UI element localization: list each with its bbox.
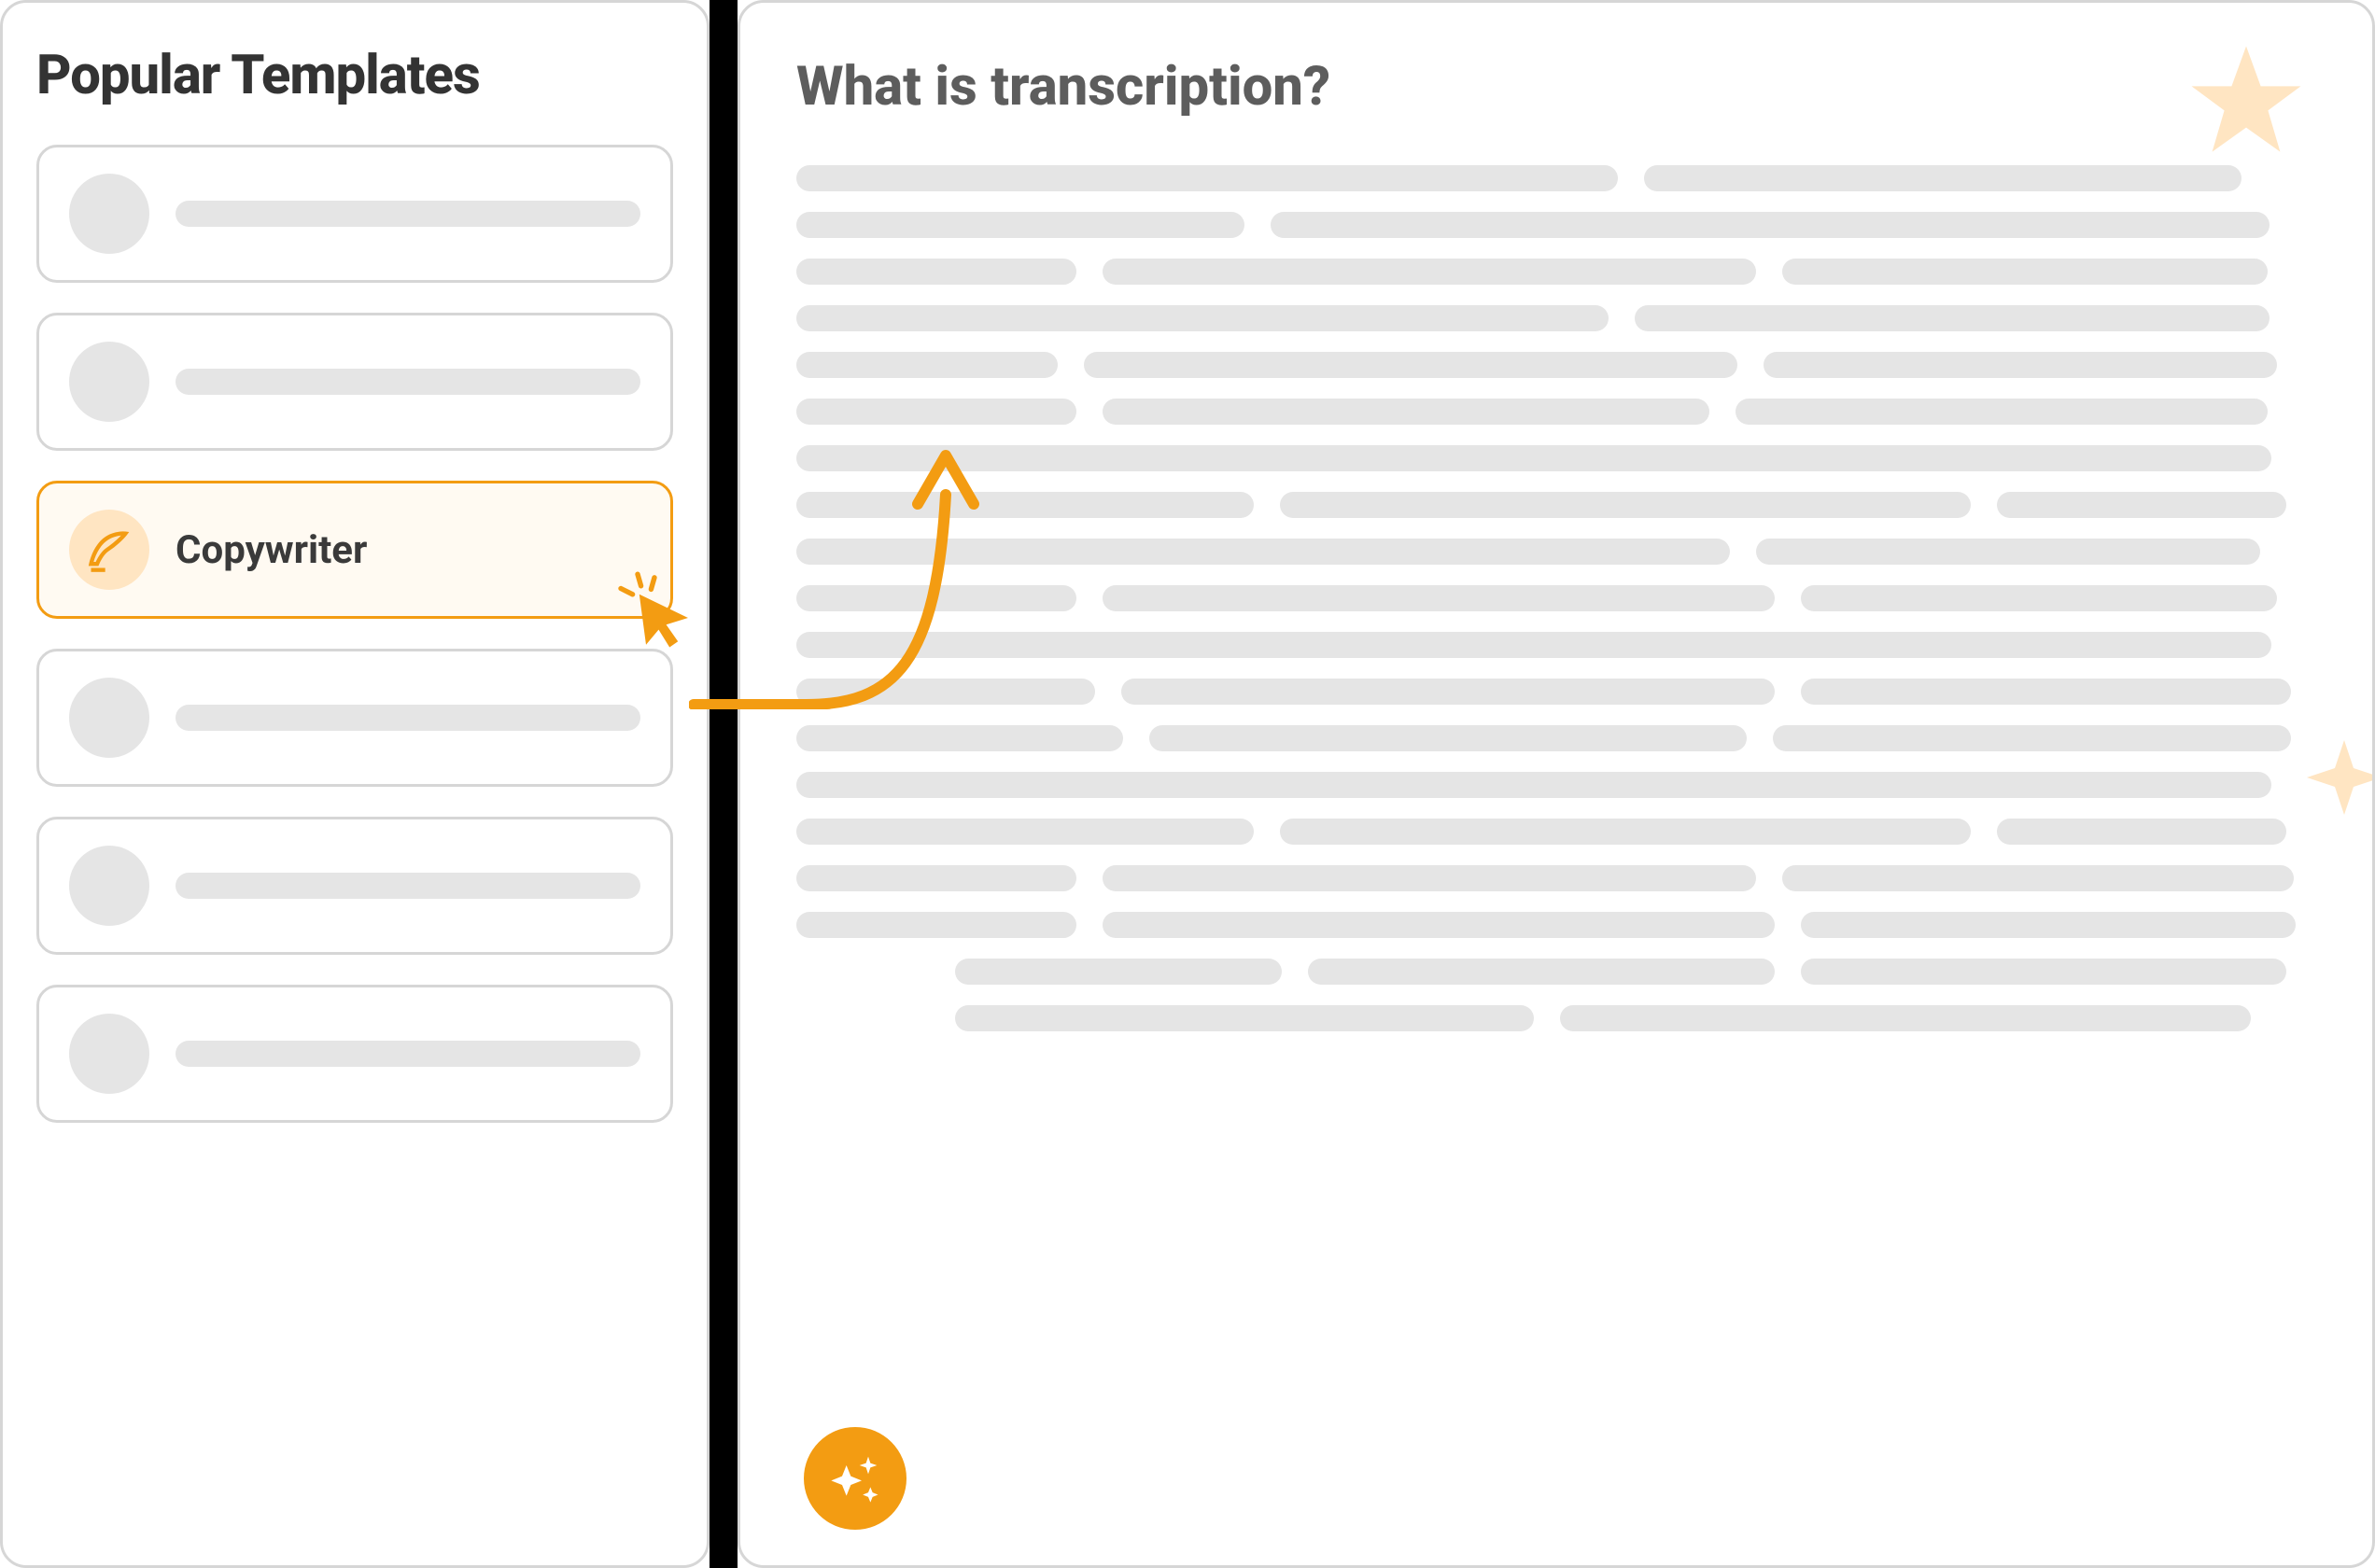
text-line-placeholder bbox=[1103, 912, 1775, 938]
star-decoration-icon bbox=[2185, 40, 2307, 161]
feather-icon bbox=[85, 525, 134, 574]
template-avatar-placeholder bbox=[69, 678, 149, 758]
template-avatar-placeholder bbox=[69, 846, 149, 926]
template-avatar-placeholder bbox=[69, 174, 149, 254]
sparkle-badge bbox=[804, 1427, 906, 1530]
text-line-placeholder bbox=[796, 259, 1076, 285]
text-line-placeholder bbox=[955, 959, 1282, 985]
template-icon-wrapper bbox=[69, 510, 149, 590]
content-title: What is transcription? bbox=[796, 55, 2316, 119]
text-line-placeholder bbox=[1271, 212, 2270, 238]
text-line-placeholder bbox=[1280, 492, 1971, 518]
text-line-placeholder bbox=[1121, 679, 1775, 705]
text-line-placeholder bbox=[1773, 725, 2291, 751]
text-line-placeholder bbox=[1149, 725, 1747, 751]
template-item[interactable] bbox=[36, 145, 673, 283]
sparkle-icon bbox=[822, 1446, 888, 1511]
template-label-placeholder bbox=[176, 201, 640, 227]
text-line-placeholder bbox=[1764, 352, 2277, 378]
template-label-placeholder bbox=[176, 369, 640, 395]
text-line-placeholder bbox=[1801, 679, 2291, 705]
text-line-placeholder bbox=[1084, 352, 1737, 378]
template-label: Copywriter bbox=[176, 527, 367, 573]
arrow-connector-icon bbox=[689, 401, 1044, 709]
text-line-placeholder bbox=[796, 772, 2271, 798]
text-line-placeholder bbox=[796, 819, 1254, 845]
text-line-placeholder bbox=[1801, 959, 2286, 985]
template-label-placeholder bbox=[176, 1041, 640, 1067]
text-line-placeholder bbox=[1782, 259, 2268, 285]
text-line-placeholder bbox=[1801, 912, 2296, 938]
text-line-placeholder bbox=[1103, 399, 1709, 425]
template-label-placeholder bbox=[176, 705, 640, 731]
template-item[interactable] bbox=[36, 985, 673, 1123]
text-line-placeholder bbox=[796, 912, 1076, 938]
text-line-placeholder bbox=[1635, 305, 2270, 331]
text-line-placeholder bbox=[1736, 399, 2268, 425]
text-line-placeholder bbox=[796, 352, 1058, 378]
text-line-placeholder bbox=[1997, 819, 2286, 845]
text-line-placeholder bbox=[1280, 819, 1971, 845]
text-line-placeholder bbox=[955, 1005, 1534, 1031]
text-line-placeholder bbox=[1782, 865, 2294, 891]
templates-sidebar: Popular Templates Copywriter bbox=[0, 0, 710, 1568]
text-line-placeholder bbox=[796, 865, 1076, 891]
sidebar-title: Popular Templates bbox=[36, 44, 673, 107]
text-line-placeholder bbox=[1103, 259, 1756, 285]
template-item-copywriter[interactable]: Copywriter bbox=[36, 481, 673, 619]
text-line-placeholder bbox=[1756, 539, 2260, 565]
template-avatar-placeholder bbox=[69, 1014, 149, 1094]
text-line-placeholder bbox=[796, 305, 1609, 331]
panel-divider bbox=[710, 0, 738, 1568]
content-panel: What is transcription? bbox=[738, 0, 2375, 1568]
text-line-placeholder bbox=[796, 212, 1244, 238]
template-item[interactable] bbox=[36, 817, 673, 955]
cursor-click-icon bbox=[612, 567, 696, 651]
star-decoration-icon bbox=[2298, 731, 2375, 824]
text-line-placeholder bbox=[1560, 1005, 2251, 1031]
template-item[interactable] bbox=[36, 649, 673, 787]
template-item[interactable] bbox=[36, 313, 673, 451]
text-line-placeholder bbox=[1801, 585, 2277, 611]
text-line-placeholder bbox=[1103, 585, 1775, 611]
text-line-placeholder bbox=[1103, 865, 1756, 891]
text-line-placeholder bbox=[796, 165, 1618, 191]
template-label-placeholder bbox=[176, 873, 640, 899]
text-line-placeholder bbox=[796, 725, 1123, 751]
template-avatar-placeholder bbox=[69, 342, 149, 422]
text-line-placeholder bbox=[1997, 492, 2286, 518]
text-line-placeholder bbox=[1308, 959, 1775, 985]
text-line-placeholder bbox=[1644, 165, 2241, 191]
